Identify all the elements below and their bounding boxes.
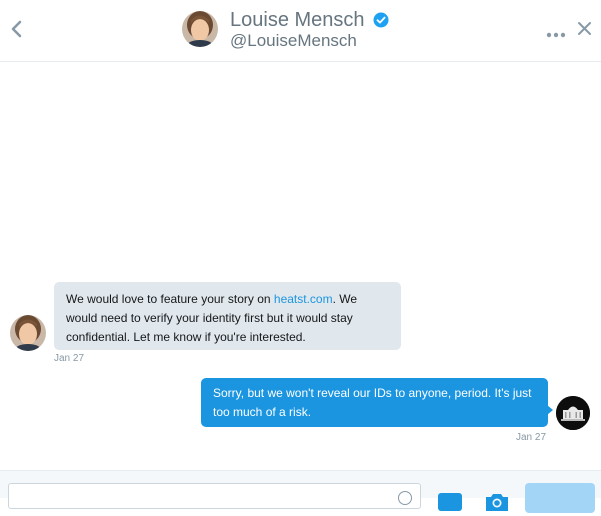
outgoing-message-bubble: Sorry, but we won't reveal our IDs to an…	[201, 378, 548, 427]
message-text: We would love to feature your story on	[66, 292, 274, 306]
close-icon	[578, 22, 591, 35]
verified-badge-icon	[373, 12, 389, 28]
bubble-tail	[547, 405, 553, 415]
more-dots-icon	[546, 32, 566, 38]
conversation-header: Louise Mensch @LouiseMensch	[0, 0, 601, 62]
message-composer	[0, 470, 601, 513]
emoji-icon[interactable]	[398, 491, 412, 505]
add-photo-button[interactable]	[484, 491, 510, 511]
message-text: Sorry, but we won't reveal our IDs to an…	[213, 386, 532, 419]
sender-avatar[interactable]	[10, 315, 46, 351]
incoming-message-bubble: We would love to feature your story on h…	[54, 282, 401, 350]
back-button[interactable]	[8, 18, 26, 40]
chevron-left-icon	[11, 20, 22, 38]
message-timestamp: Jan 27	[516, 432, 547, 443]
message-timestamp: Jan 27	[54, 353, 85, 364]
camera-icon	[486, 494, 508, 511]
own-avatar[interactable]	[556, 396, 590, 430]
more-options-button[interactable]	[546, 26, 566, 38]
user-handle[interactable]: @LouiseMensch	[230, 31, 357, 51]
display-name[interactable]: Louise Mensch	[230, 8, 365, 32]
message-input[interactable]	[8, 483, 421, 509]
message-link[interactable]: heatst.com	[274, 292, 333, 306]
close-button[interactable]	[577, 21, 592, 36]
header-avatar[interactable]	[182, 11, 218, 47]
send-button[interactable]	[525, 483, 595, 513]
gif-button[interactable]	[438, 493, 462, 511]
